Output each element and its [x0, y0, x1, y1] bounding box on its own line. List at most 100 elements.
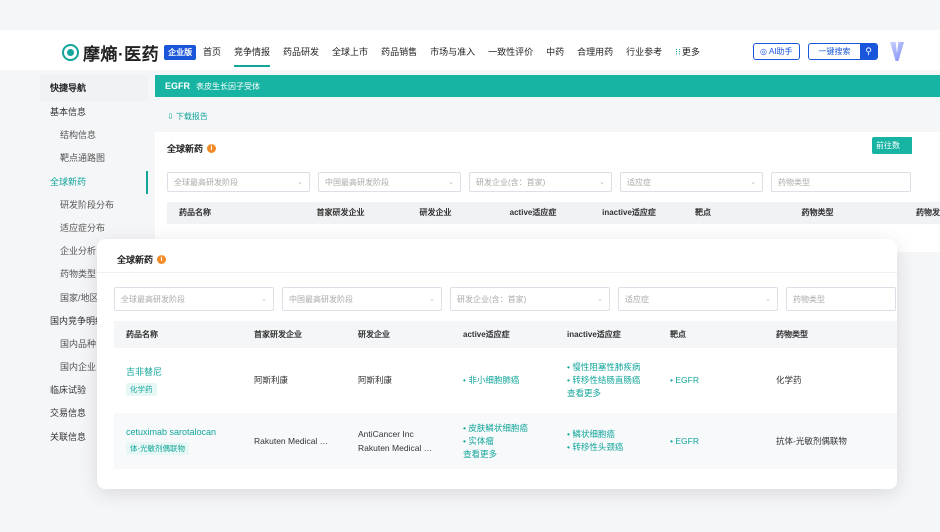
quick-search-button[interactable]: 一键搜索 ⚲ — [808, 43, 878, 60]
nav-global-launch[interactable]: 全球上市 — [332, 45, 368, 58]
download-label: 下载报告 — [175, 112, 208, 121]
nav-industry-ref[interactable]: 行业参考 — [626, 45, 662, 58]
col-inactive: inactive适应症 — [567, 330, 621, 339]
filter-label: 适应症 — [625, 294, 649, 304]
ai-assistant-button[interactable]: ◎ AI助手 — [753, 43, 800, 60]
v-logo-icon[interactable] — [890, 42, 904, 61]
nav-more-label: 更多 — [681, 47, 700, 57]
col-drug-type: 药物类型 — [776, 330, 808, 339]
chevron-down-icon: ⌄ — [429, 296, 435, 303]
chevron-down-icon: ⌄ — [750, 179, 756, 186]
active-indication[interactable]: 皮肤鳞状细胞癌 — [463, 422, 567, 435]
chevron-down-icon: ⌄ — [765, 296, 771, 303]
drug-name-link[interactable]: cetuximab sarotalocan — [126, 427, 254, 437]
sidebar-item-rd-stage[interactable]: 研发阶段分布 — [40, 194, 148, 217]
col-target: 靶点 — [695, 208, 711, 217]
target-cell: EGFR — [670, 435, 776, 448]
chevron-down-icon: ⌄ — [448, 179, 454, 186]
filter-china-stage[interactable]: 中国最高研发阶段 ⌄ — [318, 172, 461, 192]
inactive-indication[interactable]: 鳞状细胞癌 — [567, 428, 670, 441]
filter-company[interactable]: 研发企业(含：首家) ⌄ — [469, 172, 612, 192]
nav-drug-sales[interactable]: 药品销售 — [381, 45, 417, 58]
sidebar-item-structure[interactable]: 结构信息 — [40, 124, 148, 147]
drug-name-cell: cetuximab sarotalocan 体-光敏剂偶联物 — [114, 427, 254, 455]
main-menu: 首页 竞争情报 药品研发 全球上市 药品销售 市场与准入 一致性评价 中药 合理… — [203, 45, 700, 67]
target-link[interactable]: EGFR — [670, 375, 699, 385]
col-company: 研发企业 — [419, 208, 452, 217]
ai-icon: ◎ — [760, 47, 767, 56]
active-cell: 非小细胞肺癌 — [463, 374, 567, 387]
filter-drug-type[interactable]: 药物类型 — [771, 172, 911, 192]
section-title: 全球新药 i — [167, 142, 217, 155]
filter-label: 中国最高研发阶段 — [325, 177, 389, 187]
nav-drug-rd[interactable]: 药品研发 — [283, 45, 319, 58]
brand-name: 摩熵·医药 — [83, 45, 160, 64]
filter-indication[interactable]: 适应症 ⌄ — [620, 172, 763, 192]
table-row[interactable]: cetuximab sarotalocan 体-光敏剂偶联物 Rakuten M… — [114, 413, 897, 469]
filter-china-stage[interactable]: 中国最高研发阶段 ⌄ — [282, 287, 442, 311]
filter-drug-type[interactable]: 药物类型 — [786, 287, 896, 311]
sidebar-title: 快捷导航 — [40, 75, 148, 101]
inactive-indication[interactable]: 转移性头颈癌 — [567, 441, 670, 454]
global-new-drugs-card: 全球新药 i 全球最高研发阶段 ⌄ 中国最高研发阶段 ⌄ 研发企业(含：首家) ⌄ 适应… — [97, 239, 897, 489]
nav-consistency[interactable]: 一致性评价 — [488, 45, 533, 58]
view-more-link[interactable]: 查看更多 — [567, 387, 670, 400]
col-drug-name: 药品名称 — [126, 330, 158, 339]
ai-assistant-label: AI助手 — [768, 47, 793, 56]
card-title-text: 全球新药 — [117, 255, 154, 265]
drug-name-link[interactable]: 吉非替尼 — [126, 365, 254, 378]
nav-home[interactable]: 首页 — [203, 45, 221, 58]
card-title: 全球新药 i — [117, 253, 167, 266]
company-name: 阿斯利康 — [358, 375, 393, 385]
nav-competitive-intel[interactable]: 竞争情报 — [234, 45, 271, 67]
chevron-down-icon: ⌄ — [597, 296, 603, 303]
target-name: EGFR — [165, 81, 191, 91]
active-indication[interactable]: 非小细胞肺癌 — [463, 374, 567, 387]
target-cell: EGFR — [670, 374, 776, 387]
download-report-link[interactable]: ⇩ 下载报告 — [167, 111, 208, 122]
brand-logo[interactable]: 摩熵·医药 企业版 — [62, 40, 197, 65]
inactive-cell: 慢性阻塞性肺疾病 转移性结肠直肠癌 查看更多 — [567, 361, 670, 400]
sidebar-item-basic-info[interactable]: 基本信息 — [40, 101, 148, 124]
chevron-down-icon: ⌄ — [599, 179, 605, 186]
logo-icon — [62, 44, 79, 61]
active-indication[interactable]: 实体瘤 — [463, 435, 567, 448]
filter-global-stage[interactable]: 全球最高研发阶段 ⌄ — [114, 287, 274, 311]
background-card: 全球新药 i 全球最高研发阶段 ⌄ 中国最高研发阶段 ⌄ 研发企业(含：首家) ⌄ 适应… — [155, 132, 940, 252]
drug-type-tag: 化学药 — [126, 382, 157, 396]
filter-label: 全球最高研发阶段 — [121, 294, 185, 304]
filter-label: 研发企业(含：首家) — [476, 177, 546, 187]
inactive-indication[interactable]: 转移性结肠直肠癌 — [567, 374, 670, 387]
drug-name-cell: 吉非替尼 化学药 — [114, 365, 254, 396]
drug-type-tag: 体-光敏剂偶联物 — [126, 442, 189, 455]
filter-indication[interactable]: 适应症 ⌄ — [618, 287, 778, 311]
table-row[interactable]: 吉非替尼 化学药 阿斯利康 阿斯利康 非小细胞肺癌 慢性阻塞性肺疾病 转移性结肠… — [114, 349, 897, 411]
col-inactive: inactive适应症 — [602, 208, 656, 217]
sidebar-item-target-pathway[interactable]: 靶点通路图 — [40, 147, 148, 170]
table-header: 药品名称 首家研发企业 研发企业 active适应症 inactive适应症 靶… — [114, 321, 897, 348]
first-company-cell: Rakuten Medical … — [254, 436, 329, 446]
nav-rational-use[interactable]: 合理用药 — [577, 45, 613, 58]
inactive-indication[interactable]: 慢性阻塞性肺疾病 — [567, 361, 670, 374]
filter-label: 药物类型 — [793, 294, 825, 304]
filter-global-stage[interactable]: 全球最高研发阶段 ⌄ — [167, 172, 310, 192]
company-name: AntiCancer Inc — [358, 429, 414, 439]
chevron-down-icon: ⌄ — [297, 179, 303, 186]
info-icon[interactable]: i — [157, 255, 167, 264]
edition-badge: 企业版 — [164, 45, 197, 60]
goto-button[interactable]: 前往数 — [872, 137, 912, 154]
nav-tcm[interactable]: 中药 — [546, 45, 564, 58]
nav-more[interactable]: ⁝⁝更多 — [675, 45, 700, 58]
view-more-link[interactable]: 查看更多 — [463, 448, 567, 461]
col-drug-type: 药物类型 — [801, 208, 834, 217]
search-icon: ⚲ — [860, 44, 877, 59]
filter-company[interactable]: 研发企业(含：首家) ⌄ — [450, 287, 610, 311]
info-icon[interactable]: i — [207, 144, 217, 153]
nav-market-access[interactable]: 市场与准入 — [430, 45, 475, 58]
first-company-cell: 阿斯利康 — [254, 375, 289, 385]
company-name: Rakuten Medical … — [358, 443, 433, 453]
target-link[interactable]: EGFR — [670, 436, 699, 446]
download-icon: ⇩ — [167, 112, 174, 121]
sidebar-item-indication[interactable]: 适应症分布 — [40, 217, 148, 240]
sidebar-item-global-new-drugs[interactable]: 全球新药 — [40, 170, 148, 194]
